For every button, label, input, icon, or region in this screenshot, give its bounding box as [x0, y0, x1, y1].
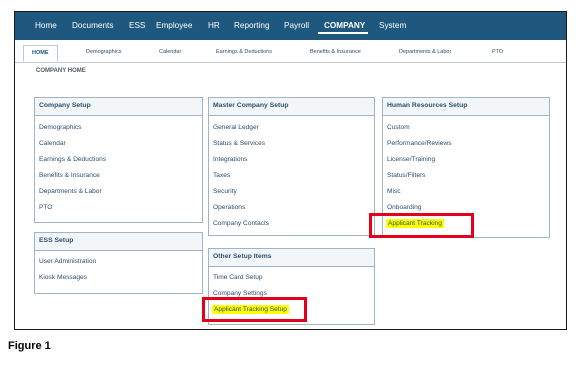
company-setup-panel: Company Setup Demographics Calendar Earn…	[34, 97, 203, 223]
link-security[interactable]: Security	[213, 188, 237, 195]
nav-system[interactable]: System	[379, 12, 406, 40]
link-pto[interactable]: PTO	[39, 204, 52, 211]
panel-header: Human Resources Setup	[383, 98, 549, 116]
panel-title: Other Setup Items	[213, 253, 272, 260]
link-integrations[interactable]: Integrations	[213, 156, 247, 163]
page-title: COMPANY HOME	[36, 68, 86, 74]
nav-active-indicator	[318, 32, 368, 34]
link-performance-reviews[interactable]: Performance/Reviews	[387, 140, 452, 147]
tab-pto[interactable]: PTO	[492, 49, 503, 55]
link-custom[interactable]: Custom	[387, 124, 410, 131]
panel-title: ESS Setup	[39, 237, 74, 244]
link-status-services[interactable]: Status & Services	[213, 140, 265, 147]
link-license-training[interactable]: License/Training	[387, 156, 435, 163]
figure-caption: Figure 1	[8, 340, 51, 352]
tab-demographics[interactable]: Demographics	[86, 49, 121, 55]
ess-setup-panel: ESS Setup User Administration Kiosk Mess…	[34, 232, 203, 294]
link-general-ledger[interactable]: General Ledger	[213, 124, 259, 131]
tab-calendar[interactable]: Calendar	[159, 49, 181, 55]
nav-hr[interactable]: HR	[208, 12, 220, 40]
tab-home[interactable]: HOME	[23, 45, 58, 62]
link-company-settings[interactable]: Company Settings	[213, 290, 267, 297]
link-demographics[interactable]: Demographics	[39, 124, 82, 131]
panel-header: Master Company Setup	[209, 98, 374, 116]
panel-header: Other Setup Items	[209, 249, 374, 267]
nav-documents[interactable]: Documents	[72, 12, 113, 40]
panel-header: Company Setup	[35, 98, 202, 116]
panel-title: Company Setup	[39, 102, 91, 109]
nav-reporting[interactable]: Reporting	[234, 12, 270, 40]
link-operations[interactable]: Operations	[213, 204, 245, 211]
panel-header: ESS Setup	[35, 233, 202, 251]
tab-earnings-deductions[interactable]: Earnings & Deductions	[216, 49, 272, 55]
link-earnings-deductions[interactable]: Earnings & Deductions	[39, 156, 106, 163]
tab-departments-labor[interactable]: Departments & Labor	[399, 49, 451, 55]
screenshot-frame: Home Documents ESS Employee HR Reporting…	[14, 11, 567, 330]
link-company-contacts[interactable]: Company Contacts	[213, 220, 269, 227]
nav-home[interactable]: Home	[35, 12, 57, 40]
annotation-box-applicant-tracking	[369, 213, 474, 238]
link-misc[interactable]: Misc	[387, 188, 401, 195]
nav-payroll[interactable]: Payroll	[284, 12, 309, 40]
link-calendar[interactable]: Calendar	[39, 140, 66, 147]
panel-title: Master Company Setup	[213, 102, 289, 109]
sub-tabs: HOME Demographics Calendar Earnings & De…	[15, 45, 566, 63]
nav-company[interactable]: COMPANY	[324, 12, 365, 40]
link-user-administration[interactable]: User Administration	[39, 258, 96, 265]
nav-employee[interactable]: Employee	[156, 12, 192, 40]
tab-benefits-insurance[interactable]: Benefits & Insurance	[310, 49, 361, 55]
panel-title: Human Resources Setup	[387, 102, 468, 109]
master-company-setup-panel: Master Company Setup General Ledger Stat…	[208, 97, 375, 236]
link-onboarding[interactable]: Onboarding	[387, 204, 421, 211]
link-time-card-setup[interactable]: Time Card Setup	[213, 274, 263, 281]
link-kiosk-messages[interactable]: Kiosk Messages	[39, 274, 87, 281]
nav-ess[interactable]: ESS	[129, 12, 145, 40]
link-status-filters[interactable]: Status/Filters	[387, 172, 425, 179]
annotation-box-applicant-tracking-setup	[202, 297, 307, 322]
top-navigation: Home Documents ESS Employee HR Reporting…	[15, 12, 566, 40]
link-benefits-insurance[interactable]: Benefits & Insurance	[39, 172, 100, 179]
link-taxes[interactable]: Taxes	[213, 172, 230, 179]
link-departments-labor[interactable]: Departments & Labor	[39, 188, 102, 195]
